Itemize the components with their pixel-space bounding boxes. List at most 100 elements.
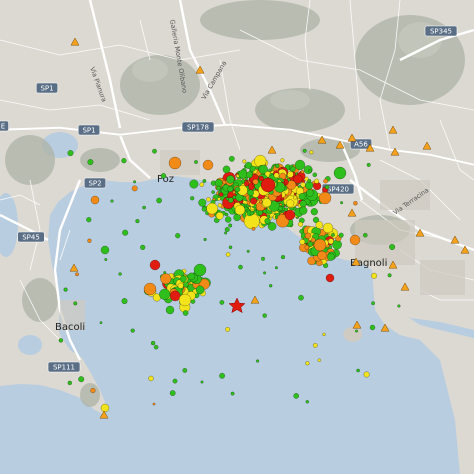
earthquake-event-marker[interactable] xyxy=(249,165,256,172)
earthquake-event-marker[interactable] xyxy=(140,244,146,251)
earthquake-event-marker[interactable] xyxy=(224,231,228,235)
earthquake-event-marker[interactable] xyxy=(246,249,250,253)
earthquake-event-marker[interactable] xyxy=(255,359,260,363)
earthquake-event-marker[interactable] xyxy=(300,182,306,188)
earthquake-event-marker[interactable] xyxy=(189,179,199,189)
earthquake-event-marker[interactable] xyxy=(317,358,322,362)
earthquake-event-marker[interactable] xyxy=(340,201,344,205)
earthquake-event-marker[interactable] xyxy=(369,324,376,331)
earthquake-event-marker[interactable] xyxy=(149,259,161,271)
earthquake-event-marker[interactable] xyxy=(195,285,205,295)
earthquake-event-marker[interactable] xyxy=(152,402,156,406)
earthquake-event-marker[interactable] xyxy=(182,367,188,373)
earthquake-event-marker[interactable] xyxy=(353,200,358,206)
earthquake-event-marker[interactable] xyxy=(214,179,223,187)
earthquake-event-marker[interactable] xyxy=(199,182,205,187)
earthquake-event-marker[interactable] xyxy=(338,232,344,238)
earthquake-event-marker[interactable] xyxy=(260,256,266,261)
earthquake-event-marker[interactable] xyxy=(153,344,159,350)
earthquake-event-marker[interactable] xyxy=(227,186,234,193)
earthquake-event-marker[interactable] xyxy=(227,197,234,203)
earthquake-event-marker[interactable] xyxy=(86,217,92,223)
earthquake-event-marker[interactable] xyxy=(313,238,327,252)
earthquake-event-marker[interactable] xyxy=(310,208,318,216)
earthquake-event-marker[interactable] xyxy=(251,226,256,231)
earthquake-event-marker[interactable] xyxy=(152,148,157,154)
earthquake-event-marker[interactable] xyxy=(110,199,114,203)
earthquake-event-marker[interactable] xyxy=(309,150,314,155)
earthquake-event-marker[interactable] xyxy=(322,222,334,234)
earthquake-event-marker[interactable] xyxy=(299,200,307,208)
earthquake-event-marker[interactable] xyxy=(75,272,79,277)
earthquake-event-marker[interactable] xyxy=(362,232,368,238)
earthquake-event-marker[interactable] xyxy=(312,342,318,348)
earthquake-event-marker[interactable] xyxy=(327,253,335,261)
earthquake-event-marker[interactable] xyxy=(169,290,181,302)
earthquake-event-marker[interactable] xyxy=(252,178,259,185)
earthquake-event-marker[interactable] xyxy=(314,178,320,184)
earthquake-event-marker[interactable] xyxy=(178,293,192,307)
earthquake-event-marker[interactable] xyxy=(87,238,92,243)
earthquake-event-marker[interactable] xyxy=(67,150,74,157)
earthquake-event-marker[interactable] xyxy=(215,211,224,220)
earthquake-event-marker[interactable] xyxy=(278,206,283,212)
earthquake-event-marker[interactable] xyxy=(67,380,73,386)
earthquake-event-marker[interactable] xyxy=(246,171,253,179)
earthquake-event-marker[interactable] xyxy=(187,272,196,281)
earthquake-event-marker[interactable] xyxy=(307,178,312,184)
earthquake-event-marker[interactable] xyxy=(324,184,330,190)
earthquake-event-marker[interactable] xyxy=(215,185,221,191)
earthquake-event-marker[interactable] xyxy=(315,221,324,229)
earthquake-event-marker[interactable] xyxy=(217,197,221,201)
earthquake-event-marker[interactable] xyxy=(305,361,310,366)
earthquake-event-marker[interactable] xyxy=(219,372,226,379)
earthquake-event-marker[interactable] xyxy=(193,263,207,277)
earthquake-event-marker[interactable] xyxy=(225,326,231,332)
earthquake-event-marker[interactable] xyxy=(274,163,280,169)
earthquake-event-marker[interactable] xyxy=(293,393,300,399)
earthquake-event-marker[interactable] xyxy=(194,160,198,164)
earthquake-event-marker[interactable] xyxy=(177,282,184,289)
earthquake-event-marker[interactable] xyxy=(121,158,127,164)
earthquake-event-marker[interactable] xyxy=(63,287,68,292)
earthquake-event-marker[interactable] xyxy=(179,275,187,283)
earthquake-event-marker[interactable] xyxy=(298,294,304,301)
earthquake-event-marker[interactable] xyxy=(389,243,396,251)
earthquake-event-marker[interactable] xyxy=(133,180,137,184)
earthquake-event-marker[interactable] xyxy=(156,197,162,204)
earthquake-event-marker[interactable] xyxy=(354,329,359,333)
earthquake-event-marker[interactable] xyxy=(294,159,306,171)
earthquake-event-marker[interactable] xyxy=(78,376,85,383)
earthquake-event-marker[interactable] xyxy=(243,213,260,230)
earthquake-event-marker[interactable] xyxy=(258,199,263,204)
earthquake-event-marker[interactable] xyxy=(371,272,378,279)
earthquake-event-marker[interactable] xyxy=(317,250,327,261)
earthquake-event-marker[interactable] xyxy=(387,273,392,278)
earthquake-event-marker[interactable] xyxy=(160,173,167,179)
earthquake-event-marker[interactable] xyxy=(122,229,129,236)
earthquake-event-marker[interactable] xyxy=(100,245,110,255)
earthquake-event-marker[interactable] xyxy=(225,197,229,201)
earthquake-event-marker[interactable] xyxy=(143,282,157,296)
earthquake-event-marker[interactable] xyxy=(260,177,276,193)
earthquake-event-marker[interactable] xyxy=(219,299,225,305)
earthquake-event-marker[interactable] xyxy=(218,192,224,197)
seismicity-map[interactable]: SP1 SP1 SP178 SP2 SP45 SP111 A56 SP420 SP345 E Vi… xyxy=(0,0,474,474)
earthquake-event-marker[interactable] xyxy=(58,338,64,343)
earthquake-event-marker[interactable] xyxy=(247,189,254,197)
earthquake-event-marker[interactable] xyxy=(165,305,175,315)
earthquake-event-marker[interactable] xyxy=(263,271,267,275)
earthquake-event-marker[interactable] xyxy=(356,368,360,373)
earthquake-event-marker[interactable] xyxy=(169,390,176,397)
earthquake-event-marker[interactable] xyxy=(182,310,189,316)
earthquake-event-marker[interactable] xyxy=(325,273,335,283)
earthquake-event-marker[interactable] xyxy=(299,238,306,245)
earthquake-event-marker[interactable] xyxy=(159,288,171,300)
earthquake-event-marker[interactable] xyxy=(206,202,218,215)
earthquake-event-marker[interactable] xyxy=(234,186,241,193)
earthquake-event-marker[interactable] xyxy=(142,205,146,210)
earthquake-event-marker[interactable] xyxy=(397,304,401,308)
earthquake-event-marker[interactable] xyxy=(211,190,215,194)
earthquake-event-marker[interactable] xyxy=(371,301,376,306)
earthquake-event-marker[interactable] xyxy=(217,202,223,208)
